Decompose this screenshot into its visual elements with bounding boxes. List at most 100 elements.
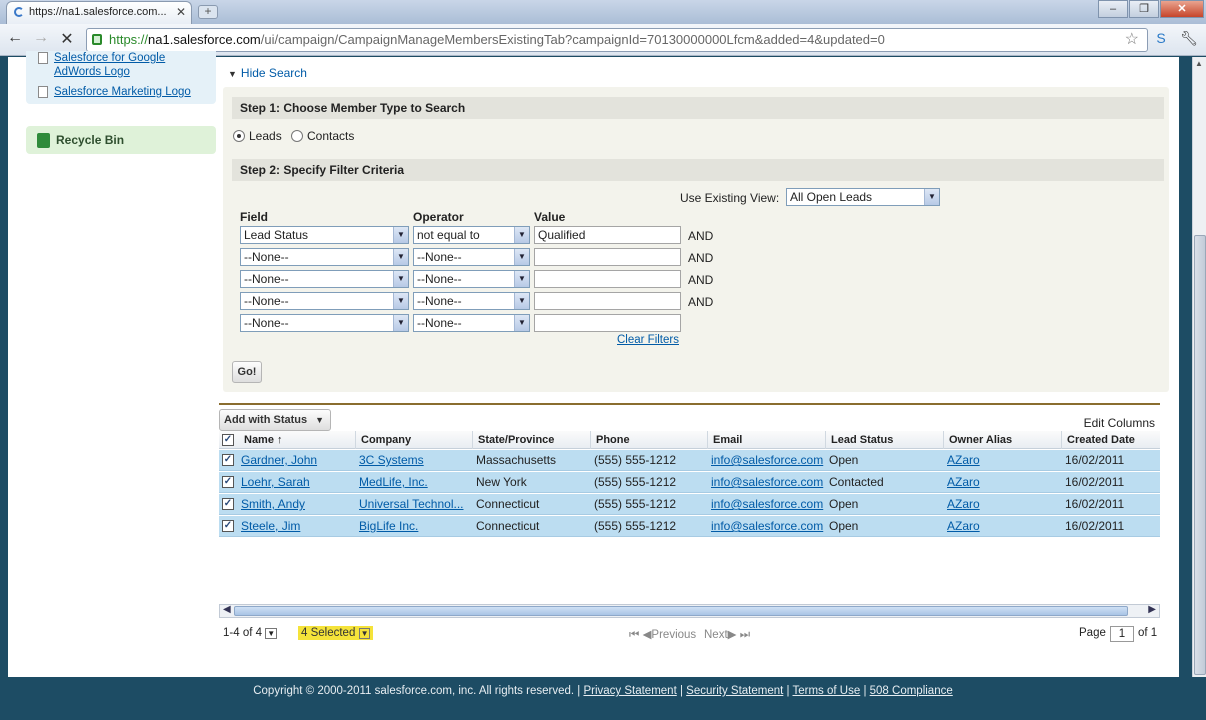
lead-name-link[interactable]: Smith, Andy — [238, 494, 355, 515]
column-header-email[interactable]: Email — [708, 431, 826, 449]
owner-alias-link[interactable]: AZaro — [944, 450, 1061, 471]
column-header-owner-alias[interactable]: Owner Alias — [944, 431, 1062, 449]
radio-contacts-dot[interactable] — [291, 130, 303, 142]
lead-name-link[interactable]: Gardner, John — [238, 450, 355, 471]
next-page[interactable]: Next▶ ⏭︎ — [704, 627, 750, 642]
row-checkbox[interactable]: ✓ — [222, 476, 234, 488]
lead-name-link[interactable]: Loehr, Sarah — [238, 472, 355, 493]
document-icon — [38, 86, 48, 98]
existing-view-select[interactable]: All Open Leads ▼ — [786, 188, 940, 206]
filter-operator-select[interactable]: --None-- ▼ — [413, 314, 530, 332]
column-header-created-date[interactable]: Created Date — [1062, 431, 1160, 449]
scroll-up-icon[interactable]: ▲ — [1195, 59, 1203, 68]
recycle-bin[interactable]: Recycle Bin — [26, 126, 216, 154]
column-header-state[interactable]: State/Province — [473, 431, 591, 449]
security-statement-link[interactable]: Security Statement — [686, 685, 783, 697]
column-header-company[interactable]: Company — [356, 431, 473, 449]
select-all-checkbox[interactable]: ✓ — [222, 434, 234, 446]
terms-of-use-link[interactable]: Terms of Use — [793, 685, 861, 697]
column-header-lead-status[interactable]: Lead Status — [826, 431, 944, 449]
table-row[interactable]: ✓ Loehr, Sarah MedLife, Inc. New York (5… — [219, 472, 1160, 493]
filter-operator-select[interactable]: not equal to ▼ — [413, 226, 530, 244]
filter-field-select[interactable]: --None-- ▼ — [240, 270, 409, 288]
sidebar-link-marketing-logo[interactable]: Salesforce Marketing Logo — [36, 85, 210, 99]
owner-alias-link[interactable]: AZaro — [944, 516, 1061, 537]
column-header-phone[interactable]: Phone — [591, 431, 708, 449]
vertical-scrollbar[interactable]: ▲ — [1192, 57, 1206, 677]
lead-name-link[interactable]: Steele, Jim — [238, 516, 355, 537]
filter-field-select[interactable]: --None-- ▼ — [240, 314, 409, 332]
copyright-text: Copyright © 2000-2011 salesforce.com, in… — [253, 685, 581, 697]
clear-filters-link[interactable]: Clear Filters — [617, 334, 679, 346]
hide-search-toggle[interactable]: ▼ Hide Search — [228, 66, 307, 80]
bookmark-star-icon[interactable]: ☆ — [1125, 29, 1139, 51]
horizontal-scroll-thumb[interactable] — [234, 606, 1128, 616]
page-number-input[interactable]: 1 — [1110, 626, 1134, 642]
508-compliance-link[interactable]: 508 Compliance — [870, 685, 953, 697]
sidebar-link-adwords-logo[interactable]: Salesforce for Google AdWords Logo — [36, 51, 210, 79]
table-row[interactable]: ✓ Gardner, John 3C Systems Massachusetts… — [219, 450, 1160, 471]
filter-value-input[interactable] — [534, 292, 681, 310]
edit-columns-link[interactable]: Edit Columns — [1084, 416, 1155, 430]
row-checkbox[interactable]: ✓ — [222, 520, 234, 532]
selected-count[interactable]: 4 Selected ▼ — [298, 626, 374, 640]
scroll-left-icon[interactable]: ◀ — [223, 604, 231, 615]
owner-alias-link[interactable]: AZaro — [944, 494, 1061, 515]
step1-header: Step 1: Choose Member Type to Search — [232, 97, 1164, 119]
go-button[interactable]: Go! — [232, 361, 262, 383]
filter-field-select[interactable]: Lead Status ▼ — [240, 226, 409, 244]
lead-status-cell: Open — [829, 519, 859, 533]
horizontal-scrollbar[interactable]: ◀ ▶ — [219, 604, 1160, 618]
radio-leads[interactable]: Leads — [233, 129, 282, 143]
add-with-status-button[interactable]: Add with Status ▼ — [219, 409, 331, 431]
filter-value-input[interactable] — [534, 270, 681, 288]
address-bar[interactable]: https://na1.salesforce.com/ui/campaign/C… — [86, 28, 1148, 52]
filter-operator-select[interactable]: --None-- ▼ — [413, 248, 530, 266]
filter-operator-select[interactable]: --None-- ▼ — [413, 292, 530, 310]
table-row[interactable]: ✓ Steele, Jim BigLife Inc. Connecticut (… — [219, 516, 1160, 537]
close-tab-icon[interactable]: ✕ — [176, 2, 186, 23]
new-tab-button[interactable]: + — [198, 5, 218, 19]
record-range[interactable]: 1-4 of 4 ▼ — [223, 627, 278, 639]
previous-label: Previous — [651, 629, 697, 641]
email-link[interactable]: info@salesforce.com — [708, 472, 825, 493]
close-window-button[interactable]: ✕ — [1160, 0, 1204, 18]
wrench-icon[interactable]: 🔧︎ — [1180, 30, 1198, 48]
vertical-scroll-thumb[interactable] — [1194, 235, 1206, 675]
stop-icon[interactable]: ✕ — [56, 29, 78, 49]
browser-tab[interactable]: https://na1.salesforce.com... ✕ — [6, 1, 192, 24]
company-link[interactable]: MedLife, Inc. — [356, 472, 472, 493]
radio-leads-dot[interactable] — [233, 130, 245, 142]
row-checkbox[interactable]: ✓ — [222, 454, 234, 466]
filter-operator-select[interactable]: --None-- ▼ — [413, 270, 530, 288]
row-checkbox[interactable]: ✓ — [222, 498, 234, 510]
scroll-right-icon[interactable]: ▶ — [1148, 604, 1156, 615]
filter-field-select[interactable]: --None-- ▼ — [240, 248, 409, 266]
email-link[interactable]: info@salesforce.com — [708, 516, 825, 537]
company-link[interactable]: BigLife Inc. — [356, 516, 472, 537]
column-header-name[interactable]: Name ↑ — [239, 431, 356, 449]
radio-contacts[interactable]: Contacts — [291, 129, 354, 143]
add-with-status-label: Add with Status — [224, 414, 308, 426]
restore-button[interactable]: ❐ — [1129, 0, 1159, 18]
extension-icon[interactable]: S — [1152, 30, 1170, 48]
filter-field-select[interactable]: --None-- ▼ — [240, 292, 409, 310]
document-icon — [38, 52, 48, 64]
company-link[interactable]: 3C Systems — [356, 450, 472, 471]
forward-arrow-icon[interactable]: → — [30, 29, 52, 47]
email-link[interactable]: info@salesforce.com — [708, 494, 825, 515]
email-link[interactable]: info@salesforce.com — [708, 450, 825, 471]
filter-value-input[interactable] — [534, 314, 681, 332]
previous-page[interactable]: ⏮︎ ◀Previous — [629, 627, 696, 642]
filter-value-input[interactable] — [534, 248, 681, 266]
filter-joiner: AND — [688, 229, 714, 243]
value-column-label: Value — [534, 210, 566, 224]
owner-alias-link[interactable]: AZaro — [944, 472, 1061, 493]
minimize-button[interactable]: – — [1098, 0, 1128, 18]
company-link[interactable]: Universal Technol... — [356, 494, 472, 515]
sidebar-link-label: Salesforce Marketing Logo — [54, 86, 191, 98]
privacy-statement-link[interactable]: Privacy Statement — [583, 685, 676, 697]
table-row[interactable]: ✓ Smith, Andy Universal Technol... Conne… — [219, 494, 1160, 515]
back-arrow-icon[interactable]: ← — [4, 29, 26, 47]
filter-value-input[interactable]: Qualified — [534, 226, 681, 244]
